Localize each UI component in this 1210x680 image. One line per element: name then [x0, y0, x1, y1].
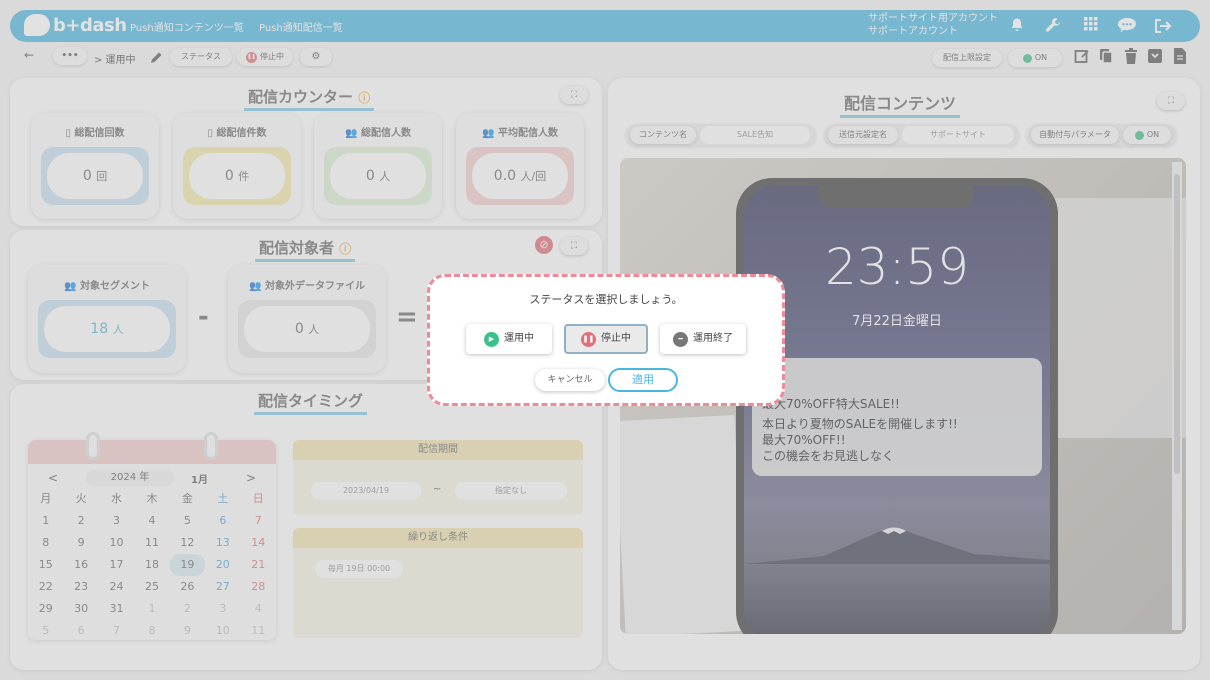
option-label: 運用終了 — [693, 333, 733, 344]
apply-button[interactable]: 適用 — [608, 368, 678, 392]
option-label: 停止中 — [601, 333, 631, 344]
status-option-running[interactable]: ▶ 運用中 — [466, 324, 552, 354]
status-modal: ステータスを選択しましょう。 ▶ 運用中 ❚❚ 停止中 ━ 運用終了 キャンセル… — [427, 274, 785, 406]
modal-prompt: ステータスを選択しましょう。 — [529, 293, 683, 306]
stop-icon: ━ — [673, 331, 688, 347]
cancel-button[interactable]: キャンセル — [535, 369, 605, 391]
play-icon: ▶ — [484, 331, 499, 347]
status-option-stopped[interactable]: ❚❚ 停止中 — [564, 324, 648, 354]
status-option-ended[interactable]: ━ 運用終了 — [660, 324, 746, 354]
pause-icon: ❚❚ — [581, 331, 596, 347]
option-label: 運用中 — [504, 333, 534, 344]
